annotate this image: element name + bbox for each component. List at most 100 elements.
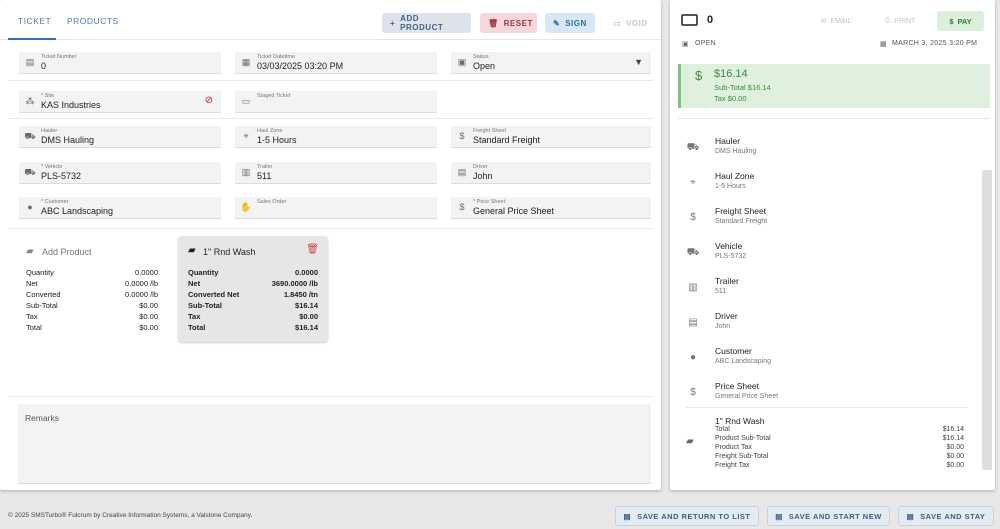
hauler-label: Hauler: [41, 128, 58, 134]
id-card-icon: ▤: [688, 317, 698, 328]
trailer-icon: ▥: [241, 167, 251, 177]
product-card-rnd-wash[interactable]: ▰ 1" Rnd Wash 🗑 Quantity 0.0000 Net 3690.0…: [178, 236, 328, 342]
map-icon: ⌖: [243, 131, 249, 141]
tab-products[interactable]: PRODUCTS: [67, 16, 119, 26]
summary-row: Total $0.00: [26, 323, 158, 332]
chevron-down-icon[interactable]: ▼: [634, 57, 643, 67]
hauler-value: DMS Hauling: [41, 135, 95, 145]
save-and-return-button[interactable]: ▤ SAVE AND RETURN TO LIST: [615, 506, 759, 526]
user-icon: ●: [689, 352, 697, 363]
trailer-field[interactable]: ▥ Trailer 511: [235, 162, 437, 184]
save-and-stay-button[interactable]: ▤ SAVE AND STAY: [898, 506, 994, 526]
price-sheet-field[interactable]: $ * Price Sheet General Price Sheet: [451, 197, 651, 219]
ticket-datetime: MARCH 3, 2025 3:20 PM: [892, 40, 978, 47]
staged-ticket-field[interactable]: ▭ Staged Ticket: [235, 91, 437, 113]
site-icon: ⁂: [25, 96, 35, 106]
scrollbar[interactable]: [982, 170, 992, 470]
reset-button[interactable]: 🗑 RESET: [480, 13, 537, 33]
divider: [8, 80, 653, 81]
product-title: 1" Rnd Wash: [203, 247, 256, 257]
summary-row: Converted 0.0000 /lb: [26, 290, 158, 299]
status-select[interactable]: ▣ Status Open ▼: [451, 52, 651, 74]
summary-row: Quantity 0.0000: [26, 268, 158, 277]
summary-row: Sub-Total $0.00: [26, 301, 158, 310]
hauler-field[interactable]: ⛟ Hauler DMS Hauling: [19, 126, 221, 148]
reset-label: RESET: [503, 18, 533, 28]
summary-tax: Tax $0.00: [714, 94, 747, 103]
divider: [8, 118, 653, 119]
money-icon: $: [459, 131, 465, 141]
ticket-icon: ▤: [25, 57, 35, 67]
divider: [8, 396, 653, 397]
detail-item-customer: ● Customer ABC Landscaping: [686, 346, 976, 374]
totals-summary: $ $16.14 Sub-Total $16.14 Tax $0.00: [678, 64, 990, 108]
ticket-number: 0: [707, 14, 714, 26]
truck-icon: ⛟: [686, 247, 700, 258]
summary-row: Total $16.14: [188, 323, 318, 332]
money-icon: $: [949, 16, 954, 26]
trailer-icon: ▥: [688, 282, 698, 293]
calendar-icon: ▦: [241, 57, 251, 67]
tab-ticket[interactable]: TICKET: [18, 16, 51, 26]
driver-label: Driver: [473, 164, 488, 170]
vehicle-field[interactable]: ⛟ * Vehicle PLS-5732: [19, 162, 221, 184]
customer-value: ABC Landscaping: [41, 206, 114, 216]
detail-item-price-sheet: $ Price Sheet General Price Sheet: [686, 381, 976, 409]
ticket-status: OPEN: [695, 40, 717, 47]
email-icon: ✉: [820, 18, 827, 25]
ticket-number-value: 0: [41, 61, 47, 71]
money-icon: $: [690, 212, 696, 223]
print-button[interactable]: ⎙ PRINT: [874, 11, 926, 31]
save-and-start-new-button[interactable]: ▤ SAVE AND START NEW: [767, 506, 890, 526]
summary-row: Net 3690.0000 /lb: [188, 279, 318, 288]
summary-row: Net 0.0000 /lb: [26, 279, 158, 288]
briefcase-icon: ▰: [26, 246, 34, 257]
email-button[interactable]: ✉ EMAIL: [810, 11, 862, 31]
add-product-button[interactable]: + ADD PRODUCT: [382, 13, 471, 33]
status-value: Open: [473, 61, 496, 71]
plus-icon: +: [390, 18, 396, 28]
detail-item-trailer: ▥ Trailer 511: [686, 276, 976, 304]
add-product-label: ADD PRODUCT: [400, 14, 444, 32]
block-icon[interactable]: ⊘: [205, 95, 213, 106]
summary-subtotal: Sub-Total $16.14: [714, 83, 771, 92]
dollar-icon: $: [459, 202, 465, 212]
haul-zone-value: 1-5 Hours: [257, 135, 297, 145]
sales-order-field[interactable]: ✋ Sales Order: [235, 197, 437, 219]
driver-value: John: [473, 171, 493, 181]
ticket-icon: [681, 14, 698, 26]
haul-zone-field[interactable]: ⌖ Haul Zone 1-5 Hours: [235, 126, 437, 148]
site-label: * Site: [41, 93, 55, 99]
pay-button[interactable]: $ PAY: [937, 11, 984, 31]
status-icon: ▣: [457, 57, 467, 67]
handshake-icon: ✋: [240, 202, 252, 212]
wash-title: 1" Rnd Wash: [715, 416, 765, 426]
save-icon: ▤: [775, 511, 783, 521]
trash-icon[interactable]: 🗑: [306, 244, 319, 255]
sign-button[interactable]: ✎ SIGN: [545, 13, 595, 33]
detail-item-vehicle: ⛟ Vehicle PLS-5732: [686, 241, 747, 260]
void-button[interactable]: ▭ VOID: [605, 13, 655, 33]
ticket-number-field[interactable]: ▤ Ticket Number 0: [19, 52, 221, 74]
vehicle-value: PLS-5732: [41, 171, 82, 181]
freight-sheet-field[interactable]: $ Freight Sheet Standard Freight: [451, 126, 651, 148]
status-icon: ▣: [682, 41, 689, 48]
status-label: Status: [473, 54, 489, 60]
dollar-icon: $: [690, 387, 696, 398]
ticket-datetime-field[interactable]: ▦ Ticket Datetime 03/03/2025 03:20 PM: [235, 52, 437, 74]
remarks-field[interactable]: Remarks: [18, 404, 651, 484]
driver-field[interactable]: ▤ Driver John: [451, 162, 651, 184]
summary-row: Converted Net 1.8450 /tn: [188, 290, 318, 299]
remarks-label: Remarks: [25, 413, 60, 423]
customer-label: * Customer: [41, 199, 69, 205]
price-sheet-label: * Price Sheet: [473, 199, 506, 205]
tab-indicator: [8, 38, 56, 40]
divider: [8, 228, 653, 229]
money-bag-icon: $: [695, 68, 703, 83]
site-field[interactable]: ⁂ * Site KAS Industries ⊘: [19, 91, 221, 113]
customer-field[interactable]: ● * Customer ABC Landscaping: [19, 197, 221, 219]
detail-item-freight-sheet: $ Freight Sheet Standard Freight: [686, 206, 976, 234]
void-icon: ▭: [613, 18, 622, 28]
freight-sheet-value: Standard Freight: [473, 135, 541, 145]
id-card-icon: ▤: [457, 167, 467, 177]
